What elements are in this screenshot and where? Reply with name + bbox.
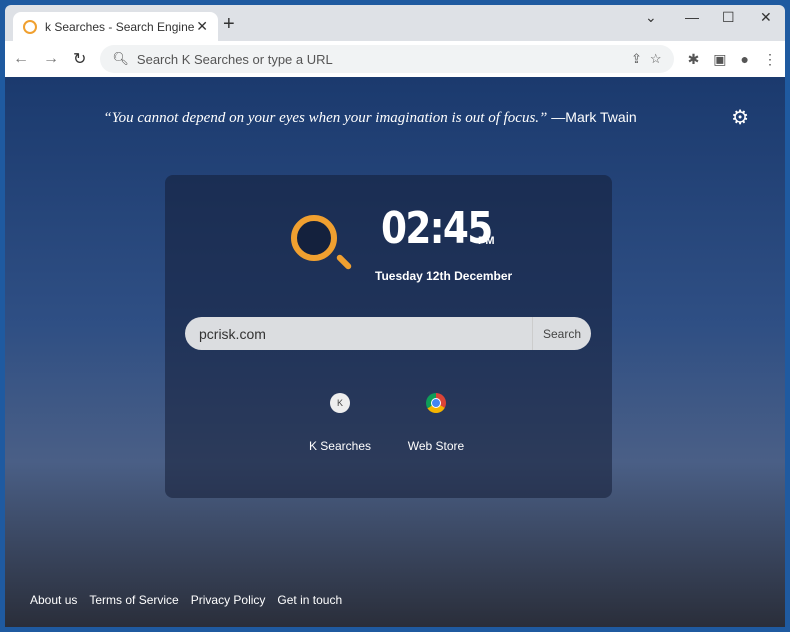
search-icon: 🔍︎ — [112, 51, 129, 66]
quote-author: —Mark Twain — [547, 109, 637, 125]
new-tab-page: “You cannot depend on your eyes when you… — [5, 77, 785, 627]
omnibox-placeholder: Search K Searches or type a URL — [136, 51, 333, 67]
browser-window: k Searches - Search Engine ✕ + ⌄ — ☐ ✕ ← →… — [5, 5, 785, 627]
back-icon[interactable]: ← — [13, 50, 29, 68]
tab-title: k Searches - Search Engine — [45, 19, 195, 34]
omnibox[interactable]: 🔍︎ Search K Searches or type a URL ⇪ ☆ — [100, 45, 674, 73]
gear-icon[interactable]: ⚙ — [731, 105, 749, 130]
quote-text: “You cannot depend on your eyes when you… — [103, 110, 548, 126]
clock-time: 02:45 — [381, 203, 493, 254]
search-input[interactable] — [185, 325, 532, 342]
shortcut-label: Web Store — [407, 439, 465, 453]
new-tab-button[interactable]: + — [223, 13, 235, 36]
chrome-icon — [426, 393, 446, 413]
close-window-button[interactable]: ✕ — [760, 9, 772, 26]
k-searches-logo — [291, 215, 337, 261]
about-us-link[interactable]: About us — [30, 593, 77, 607]
shortcut-web-store[interactable]: Web Store — [391, 393, 481, 453]
minimize-button[interactable]: — — [685, 9, 699, 25]
favicon-icon — [23, 19, 37, 34]
contact-link[interactable]: Get in touch — [277, 593, 342, 607]
side-panel-icon[interactable]: ▣ — [713, 51, 726, 68]
clock-ampm: PM — [478, 235, 495, 247]
share-icon[interactable]: ⇪ — [631, 51, 642, 67]
shortcut-label: K Searches — [308, 439, 372, 453]
clock-date: Tuesday 12th December — [375, 269, 513, 283]
bookmark-star-icon[interactable]: ☆ — [650, 51, 662, 67]
maximize-button[interactable]: ☐ — [722, 9, 735, 26]
menu-icon[interactable]: ⋮ — [763, 51, 777, 68]
quote: “You cannot depend on your eyes when you… — [5, 109, 735, 127]
shortcut-k-searches[interactable]: K K Searches — [295, 393, 385, 453]
profile-icon[interactable]: ● — [741, 51, 749, 68]
tab[interactable]: k Searches - Search Engine ✕ — [13, 12, 218, 41]
privacy-link[interactable]: Privacy Policy — [191, 593, 266, 607]
reload-icon[interactable]: ↻ — [73, 49, 86, 69]
main-panel: 02:45 PM Tuesday 12th December Search KK… — [165, 175, 612, 498]
extensions-icon[interactable]: ✱ — [688, 51, 700, 68]
search-button[interactable]: Search — [531, 317, 591, 350]
k-icon: K — [330, 393, 350, 413]
close-tab-icon[interactable]: ✕ — [196, 18, 208, 35]
footer: About us Terms of Service Privacy Policy… — [30, 593, 342, 607]
search-bar: Search — [185, 317, 591, 350]
tab-search-icon[interactable]: ⌄ — [645, 9, 657, 26]
terms-link[interactable]: Terms of Service — [89, 593, 178, 607]
forward-icon[interactable]: → — [43, 50, 59, 68]
